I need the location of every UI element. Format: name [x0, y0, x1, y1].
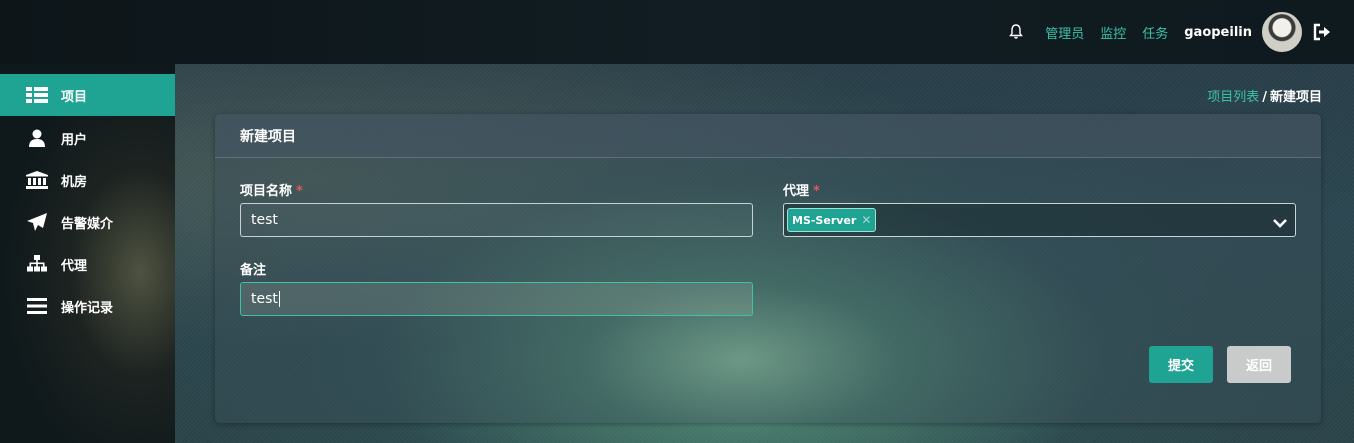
- remark-input[interactable]: test: [240, 282, 753, 316]
- sidebar-item-label: 项目: [61, 89, 88, 105]
- sidebar-item-proxy[interactable]: 代理: [0, 243, 175, 285]
- back-button[interactable]: 返回: [1227, 346, 1291, 383]
- project-name-input[interactable]: test: [240, 203, 753, 237]
- sidebar-item-label: 告警媒介: [61, 216, 114, 232]
- proxy-chip: MS-Server ✕: [787, 208, 877, 232]
- new-project-form-card: 新建项目 项目名称 * test 代理 * MS-Server ✕ 备注 test …: [215, 114, 1321, 423]
- submit-button[interactable]: 提交: [1149, 346, 1213, 383]
- monitor-link[interactable]: 监控: [1100, 23, 1126, 42]
- main-content: 项目列表 / 新建项目 新建项目 项目名称 * test 代理 * MS-Server …: [175, 64, 1354, 443]
- proxy-chip-label: MS-Server: [792, 213, 857, 227]
- breadcrumb-current: 新建项目: [1269, 90, 1322, 105]
- remove-chip-icon[interactable]: ✕: [861, 213, 871, 227]
- chevron-down-icon[interactable]: [1273, 213, 1287, 232]
- form-title: 新建项目: [215, 114, 1321, 158]
- table-list-icon: [26, 86, 48, 104]
- sitemap-icon: [26, 255, 48, 273]
- bell-icon[interactable]: [1009, 24, 1024, 40]
- logout-icon[interactable]: [1312, 22, 1332, 42]
- sidebar-item-label: 用户: [61, 132, 88, 148]
- breadcrumb: 项目列表 / 新建项目: [1207, 86, 1322, 105]
- sidebar-item-alert-media[interactable]: 告警媒介: [0, 201, 175, 243]
- top-bar-right: 管理员 监控 任务 gaopeilin: [1009, 0, 1332, 64]
- project-name-value: test: [251, 212, 278, 228]
- sidebar-item-users[interactable]: 用户: [0, 117, 175, 159]
- sidebar: 项目 用户 机房 告警媒介 代理 操作记录: [0, 64, 175, 443]
- remark-label: 备注: [240, 263, 267, 278]
- bank-icon: [26, 171, 48, 189]
- sidebar-item-operation-log[interactable]: 操作记录: [0, 285, 175, 327]
- paper-plane-icon: [26, 213, 48, 231]
- project-name-label-text: 项目名称: [240, 184, 293, 199]
- project-name-label: 项目名称 *: [240, 180, 303, 199]
- required-mark: *: [296, 184, 303, 199]
- top-bar: 管理员 监控 任务 gaopeilin: [0, 0, 1354, 64]
- required-mark: *: [813, 184, 820, 199]
- sidebar-item-datacenter[interactable]: 机房: [0, 159, 175, 201]
- admin-link[interactable]: 管理员: [1045, 23, 1084, 42]
- avatar[interactable]: [1262, 12, 1302, 52]
- sidebar-item-label: 操作记录: [61, 300, 114, 316]
- proxy-label-text: 代理: [783, 184, 810, 199]
- proxy-label: 代理 *: [783, 180, 820, 199]
- sidebar-item-label: 机房: [61, 174, 88, 190]
- text-caret: [278, 291, 280, 307]
- proxy-select[interactable]: MS-Server ✕: [783, 203, 1296, 237]
- breadcrumb-project-list-link[interactable]: 项目列表: [1207, 90, 1259, 105]
- username[interactable]: gaopeilin: [1184, 25, 1252, 40]
- breadcrumb-separator: /: [1262, 90, 1267, 105]
- remark-value: test: [251, 291, 278, 307]
- sidebar-item-label: 代理: [61, 258, 88, 274]
- bars-icon: [26, 297, 48, 315]
- tasks-link[interactable]: 任务: [1142, 23, 1168, 42]
- sidebar-item-projects[interactable]: 项目: [0, 74, 175, 116]
- user-icon: [26, 129, 48, 147]
